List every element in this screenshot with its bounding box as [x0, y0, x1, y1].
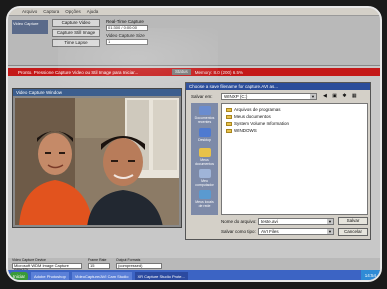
cancel-button[interactable]: Cancelar: [338, 228, 368, 236]
menu-options[interactable]: Opções: [65, 9, 81, 14]
place-recent-label: Documentos recentes: [194, 116, 215, 124]
capture-size-field[interactable]: 1: [106, 39, 148, 45]
device-panel: Video Capture Device Microsoft WDM Image…: [8, 258, 380, 272]
capture-app-window: Arquivo Captura Opções Ajuda Video Captu…: [8, 8, 380, 280]
taskbar-item[interactable]: Adobe Photoshop: [31, 271, 69, 280]
status-badge: Status: [172, 69, 191, 75]
list-item[interactable]: WINDOWS: [226, 128, 257, 133]
memory-readout: Memory: 8.0 (200) 6.5%: [194, 69, 244, 75]
place-mydocs-label: Meus documentos: [194, 158, 215, 166]
file-name: Meus documentos: [234, 114, 271, 119]
start-button[interactable]: Iniciar: [10, 271, 29, 280]
video-window-title[interactable]: Video Capture Window: [13, 89, 181, 96]
network-icon: [198, 190, 211, 199]
place-network-label: Meus locais de rede: [195, 200, 214, 208]
folder-icon: [226, 128, 232, 133]
save-in-label: Salvar em:: [191, 94, 213, 99]
device-label: Video Capture Device: [12, 258, 46, 262]
folder-icon: [198, 148, 211, 157]
folder-icon: [226, 121, 232, 126]
desktop-icon: [198, 128, 211, 137]
filename-label: Nome do arquivo:: [221, 219, 257, 224]
folder-icon: [226, 114, 232, 119]
video-preview-window: Video Capture Window: [12, 88, 182, 228]
frame-rate-label: Frame Rate: [88, 258, 107, 262]
taskbar-item-active[interactable]: XR Capture Studio Prote...: [134, 271, 188, 280]
places-bar: Documentos recentes Desktop Meus documen…: [191, 103, 218, 215]
file-list: Arquivos de programas Meus documentos Sy…: [221, 103, 368, 215]
save-button[interactable]: Salvar: [338, 217, 368, 225]
dialog-title[interactable]: Choose a save filename for capture.AVI a…: [186, 83, 370, 90]
menu-file[interactable]: Arquivo: [22, 9, 37, 14]
control-group-label: Video Capture: [12, 20, 48, 34]
webcam-scene: [15, 98, 179, 225]
folder-icon: [226, 107, 232, 112]
filename-input[interactable]: teste.avi ▼: [258, 218, 334, 225]
menu-bar: Arquivo Captura Opções Ajuda: [8, 8, 380, 16]
monitor-frame: Arquivo Captura Opções Ajuda Video Captu…: [6, 6, 382, 282]
capture-video-button[interactable]: Capture Video: [52, 19, 100, 27]
status-message: Pronto. Pressione Capture Video ou Stil …: [18, 69, 139, 75]
capture-still-button[interactable]: Capture Still Image: [52, 29, 100, 37]
capture-controls-panel: Video Capture Capture Video Capture Stil…: [8, 16, 380, 66]
file-name: System Volume Information: [234, 121, 290, 126]
filetype-value: AVI Files: [261, 229, 279, 234]
dialog-nav-icons[interactable]: ◀ ▣ ✱ ▦: [323, 93, 359, 99]
chevron-down-icon[interactable]: ▼: [327, 229, 333, 234]
place-desktop-label: Desktop: [198, 138, 211, 142]
place-mycomputer[interactable]: Meu computador: [193, 169, 216, 187]
taskbar: Iniciar Adobe Photoshop VideoCapture/AVI…: [8, 270, 380, 280]
place-network[interactable]: Meus locais de rede: [193, 190, 216, 208]
webcam-preview-image: [15, 98, 179, 225]
place-recent[interactable]: Documentos recentes: [193, 106, 216, 124]
place-desktop[interactable]: Desktop: [193, 128, 216, 142]
timelapse-button[interactable]: Time Lapse: [52, 39, 100, 47]
save-in-dropdown[interactable]: WINXP (C:) ▼: [221, 93, 317, 100]
realtime-field[interactable]: 01:300 / 0:00:00: [106, 25, 148, 31]
filetype-dropdown[interactable]: AVI Files ▼: [258, 228, 334, 235]
filename-value: teste.avi: [261, 219, 278, 224]
place-mydocs[interactable]: Meus documentos: [193, 148, 216, 166]
taskbar-item[interactable]: VideoCapture/AVI Cam Studio: [71, 271, 132, 280]
list-item[interactable]: Arquivos de programas: [226, 107, 281, 112]
place-mycomputer-label: Meu computador: [195, 179, 214, 187]
frame-rate-field[interactable]: 15: [88, 263, 110, 269]
menu-capture[interactable]: Captura: [43, 9, 59, 14]
chevron-down-icon[interactable]: ▼: [327, 219, 333, 224]
file-name: Arquivos de programas: [234, 107, 281, 112]
filetype-label: Salvar como tipo:: [221, 229, 256, 234]
computer-icon: [198, 169, 211, 178]
format-field[interactable]: (compressed): [116, 263, 162, 269]
device-field[interactable]: Microsoft WDM Image Capture (Win32): [12, 263, 82, 272]
save-file-dialog: Choose a save filename for capture.AVI a…: [185, 82, 371, 240]
list-item[interactable]: Meus documentos: [226, 114, 271, 119]
system-clock[interactable]: 14:54: [360, 270, 380, 280]
capture-size-label: Video Capture Size: [106, 33, 145, 38]
realtime-label: Real-Time Capture: [106, 19, 144, 24]
menu-help[interactable]: Ajuda: [87, 9, 99, 14]
list-item[interactable]: System Volume Information: [226, 121, 289, 126]
status-bar: Pronto. Pressione Capture Video ou Stil …: [8, 68, 380, 76]
save-in-value: WINXP (C:): [224, 94, 248, 99]
chevron-down-icon[interactable]: ▼: [310, 94, 316, 99]
file-name: WINDOWS: [234, 128, 257, 133]
format-label: Output Formats: [116, 258, 141, 262]
recent-icon: [198, 106, 211, 115]
